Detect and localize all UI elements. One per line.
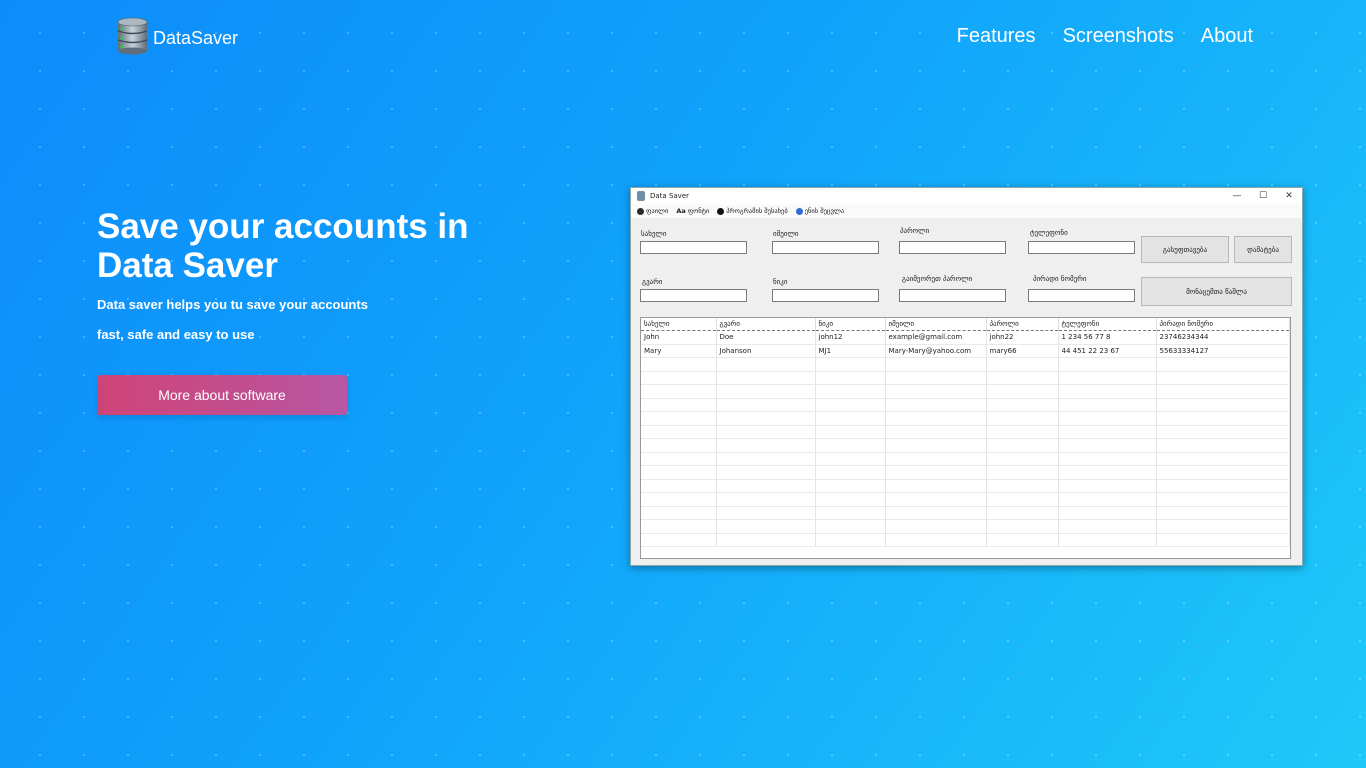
- hero-title: Save your accounts in Data Saver: [97, 207, 469, 285]
- password-label: პაროლი: [900, 227, 930, 235]
- repeat-password-input[interactable]: [899, 289, 1006, 302]
- empty-table-row: [641, 465, 1290, 480]
- add-button[interactable]: დამატება: [1234, 236, 1292, 263]
- table-cell[interactable]: Johanson: [716, 344, 816, 358]
- app-screenshot-window: Data Saver — ☐ ✕ ფაილი Aa ფონტი პროგრამი…: [630, 187, 1303, 566]
- repeat-password-label: გაიმეორეთ პაროლი: [902, 275, 973, 283]
- nav-about[interactable]: About: [1201, 25, 1253, 48]
- nav-features[interactable]: Features: [957, 25, 1036, 48]
- user-gear-icon: [637, 207, 644, 215]
- table-header-row: სახელი გვარი ნიკი იმეილი პაროლი ტელეფონი პირად…: [641, 318, 1290, 331]
- table-row[interactable]: John Doe john12 example@gmail.com john22 1 23…: [641, 330, 1290, 345]
- menu-about-program[interactable]: პროგრამის შესახებ: [717, 207, 788, 215]
- empty-table-row: [641, 384, 1290, 399]
- column-header[interactable]: პაროლი: [986, 318, 1059, 331]
- phone-label: ტელეფონი: [1030, 229, 1068, 237]
- menu-change-language[interactable]: ენის შეცვლა: [795, 207, 844, 215]
- table-row[interactable]: Mary Johanson MJ1 Mary-Mary@yahoo.com mary66…: [641, 344, 1290, 358]
- password-input[interactable]: [899, 241, 1006, 254]
- language-icon: [795, 207, 803, 215]
- hero-subtitle-line-2: fast, safe and easy to use: [97, 327, 255, 342]
- clear-button[interactable]: გასუფთავება: [1141, 236, 1229, 263]
- table-cell[interactable]: 23746234344: [1156, 330, 1290, 345]
- brand[interactable]: DataSaver: [116, 17, 238, 55]
- empty-table-row: [641, 492, 1290, 507]
- database-icon: [116, 17, 149, 55]
- email-input[interactable]: [772, 241, 879, 254]
- window-controls: — ☐ ✕: [1224, 188, 1302, 204]
- table-cell[interactable]: mary66: [986, 344, 1059, 358]
- brand-name: DataSaver: [153, 28, 239, 48]
- empty-table-row: [641, 506, 1290, 520]
- more-about-software-button[interactable]: More about software: [97, 375, 347, 415]
- column-header[interactable]: სახელი: [641, 318, 717, 331]
- nickname-input[interactable]: [772, 289, 879, 302]
- table-cell[interactable]: John: [641, 330, 717, 345]
- column-header[interactable]: პირადი ნომერი: [1156, 318, 1290, 331]
- app-menubar: ფაილი Aa ფონტი პროგრამის შესახებ ენის შე…: [631, 204, 1302, 218]
- empty-table-row: [641, 357, 1290, 372]
- column-header[interactable]: იმეილი: [885, 318, 987, 331]
- menu-font[interactable]: Aa ფონტი: [676, 207, 709, 215]
- minimize-icon[interactable]: —: [1224, 188, 1250, 204]
- first-name-label: სახელი: [641, 230, 667, 238]
- hero-subtitle-line-1: Data saver helps you tu save your accoun…: [97, 297, 368, 312]
- table-cell[interactable]: john22: [986, 330, 1059, 345]
- first-name-input[interactable]: [640, 241, 747, 254]
- empty-table-row: [641, 519, 1290, 534]
- column-header[interactable]: ნიკი: [815, 318, 886, 331]
- table-cell[interactable]: 44 451 22 23 67: [1058, 344, 1157, 358]
- menu-file[interactable]: ფაილი: [637, 207, 668, 215]
- last-name-label: გვარი: [642, 278, 663, 286]
- last-name-input[interactable]: [640, 289, 747, 302]
- table-cell[interactable]: Mary: [641, 344, 717, 358]
- maximize-icon[interactable]: ☐: [1250, 188, 1276, 204]
- nickname-label: ნიკი: [773, 278, 788, 286]
- window-titlebar: Data Saver — ☐ ✕: [631, 188, 1302, 204]
- table-cell[interactable]: 55633334127: [1156, 344, 1290, 358]
- nav-screenshots[interactable]: Screenshots: [1063, 25, 1174, 48]
- empty-table-row: [641, 452, 1290, 466]
- empty-table-row: [641, 398, 1290, 412]
- main-nav: Features Screenshots About: [930, 25, 1253, 48]
- table-cell[interactable]: Doe: [716, 330, 816, 345]
- personal-number-label: პირადი ნომერი: [1033, 275, 1087, 283]
- table-cell[interactable]: Mary-Mary@yahoo.com: [885, 344, 987, 358]
- info-icon: [717, 207, 725, 215]
- table-cell[interactable]: example@gmail.com: [885, 330, 987, 345]
- empty-table-row: [641, 438, 1290, 453]
- column-header[interactable]: ტელეფონი: [1058, 318, 1157, 331]
- close-icon[interactable]: ✕: [1276, 188, 1302, 204]
- column-header[interactable]: გვარი: [716, 318, 816, 331]
- personal-number-input[interactable]: [1028, 289, 1135, 302]
- empty-table-row: [641, 411, 1290, 426]
- app-icon: [637, 191, 645, 201]
- empty-table-row: [641, 533, 1290, 547]
- phone-input[interactable]: [1028, 241, 1135, 254]
- empty-table-row: [641, 371, 1290, 385]
- window-title: Data Saver: [650, 192, 689, 200]
- table-cell[interactable]: john12: [815, 330, 886, 345]
- font-icon: Aa: [676, 207, 686, 215]
- accounts-table[interactable]: სახელი გვარი ნიკი იმეილი პაროლი ტელეფონი პირად…: [640, 317, 1291, 559]
- email-label: იმეილი: [773, 230, 799, 238]
- table-cell[interactable]: MJ1: [815, 344, 886, 358]
- empty-table-row: [641, 479, 1290, 493]
- table-cell[interactable]: 1 234 56 77 8: [1058, 330, 1157, 345]
- empty-table-row: [641, 425, 1290, 439]
- delete-data-button[interactable]: მონაცემთა წაშლა: [1141, 277, 1292, 306]
